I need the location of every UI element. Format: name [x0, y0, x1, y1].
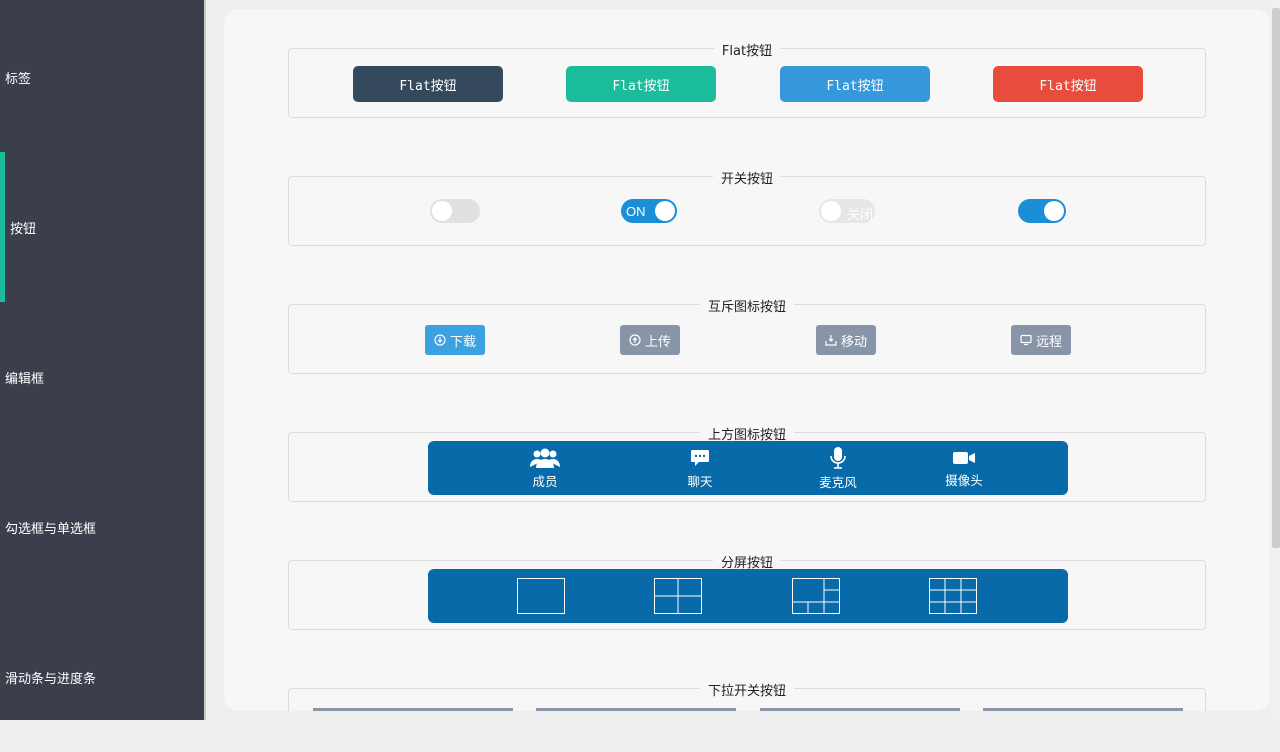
mutex-icon-button-group: 互斥图标按钮 下载 上传 移动 远程: [288, 300, 1206, 374]
dropdown-switch-button[interactable]: [760, 708, 960, 711]
scrollbar-thumb[interactable]: [1272, 8, 1280, 548]
flat-button-group: Flat按钮 Flat按钮 Flat按钮 Flat按钮 Flat按钮: [288, 44, 1206, 118]
switch-text: 关闭: [847, 207, 874, 222]
camera-icon: [953, 451, 975, 464]
dropdown-switch-button[interactable]: [983, 708, 1183, 711]
switch-on-text[interactable]: ON: [621, 199, 677, 223]
remote-button[interactable]: 远程: [1011, 325, 1071, 355]
group-title: 互斥图标按钮: [699, 300, 794, 315]
upload-icon: [629, 334, 641, 346]
members-label: 成员: [532, 474, 558, 489]
microphone-label: 麦克风: [819, 475, 857, 490]
switch-knob: [821, 201, 841, 221]
top-icon-button-group: 上方图标按钮 成员 聊天 麦克风 摄像头: [288, 428, 1206, 502]
monitor-icon: [1020, 334, 1032, 346]
sidebar-item-checkbox-radio[interactable]: 勾选框与单选框: [0, 452, 204, 602]
switch-off-text[interactable]: 关闭: [819, 199, 875, 223]
move-icon: [825, 335, 837, 346]
sidebar-item-label: 标签: [5, 70, 32, 86]
switch-off[interactable]: [430, 199, 480, 223]
split-9-icon[interactable]: [929, 578, 977, 614]
sidebar-item-label: 勾选框与单选框: [5, 520, 97, 536]
chat-button[interactable]: 聊天: [650, 441, 750, 495]
sidebar-item-buttons[interactable]: 按钮: [0, 152, 204, 302]
split-1-icon[interactable]: [517, 578, 565, 614]
camera-label: 摄像头: [945, 473, 983, 488]
members-icon: [530, 448, 560, 468]
switch-knob: [432, 201, 452, 221]
microphone-icon: [830, 446, 846, 469]
download-label: 下载: [449, 333, 476, 349]
split-4-icon[interactable]: [654, 578, 702, 614]
sidebar-item-editbox[interactable]: 编辑框: [0, 302, 204, 452]
move-label: 移动: [840, 333, 867, 349]
top-icon-navbar: 成员 聊天 麦克风 摄像头: [428, 441, 1068, 495]
dropdown-switch-group: 下拉开关按钮: [288, 684, 1206, 711]
sidebar-item-label: 滑动条与进度条: [5, 670, 97, 686]
main-panel: Flat按钮 Flat按钮 Flat按钮 Flat按钮 Flat按钮 开关按钮 …: [224, 9, 1270, 711]
sidebar-item-label: 编辑框: [5, 370, 45, 386]
switch-button-group: 开关按钮 ON 关闭: [288, 172, 1206, 246]
remote-label: 远程: [1035, 333, 1062, 349]
dropdown-switch-button[interactable]: [536, 708, 736, 711]
switch-knob: [655, 201, 675, 221]
sidebar-item-label: 按钮: [10, 220, 37, 236]
microphone-button[interactable]: 麦克风: [788, 441, 888, 495]
download-button[interactable]: 下载: [425, 325, 485, 355]
flat-button-red[interactable]: Flat按钮: [993, 66, 1143, 102]
move-button[interactable]: 移动: [816, 325, 876, 355]
members-button[interactable]: 成员: [495, 441, 595, 495]
upload-button[interactable]: 上传: [620, 325, 680, 355]
dropdown-switch-button[interactable]: [313, 708, 513, 711]
split-6-icon[interactable]: [792, 578, 840, 614]
group-title: 开关按钮: [712, 172, 781, 187]
switch-knob: [1044, 201, 1064, 221]
chat-label: 聊天: [687, 474, 713, 489]
flat-button-blue[interactable]: Flat按钮: [780, 66, 930, 102]
switch-text: ON: [626, 204, 646, 219]
group-title: Flat按钮: [713, 44, 781, 59]
flat-button-green[interactable]: Flat按钮: [566, 66, 716, 102]
download-icon: [434, 334, 446, 346]
split-navbar: [428, 569, 1068, 623]
sidebar: 标签 按钮 编辑框 勾选框与单选框 滑动条与进度条: [0, 0, 206, 720]
upload-label: 上传: [644, 333, 671, 349]
group-title: 下拉开关按钮: [699, 684, 794, 699]
chat-icon: [691, 449, 709, 466]
camera-button[interactable]: 摄像头: [914, 441, 1014, 495]
switch-on[interactable]: [1018, 199, 1066, 223]
flat-button-dark[interactable]: Flat按钮: [353, 66, 503, 102]
sidebar-item-labels[interactable]: 标签: [0, 2, 204, 152]
sidebar-item-slider-progress[interactable]: 滑动条与进度条: [0, 602, 204, 752]
split-button-group: 分屏按钮: [288, 556, 1206, 630]
